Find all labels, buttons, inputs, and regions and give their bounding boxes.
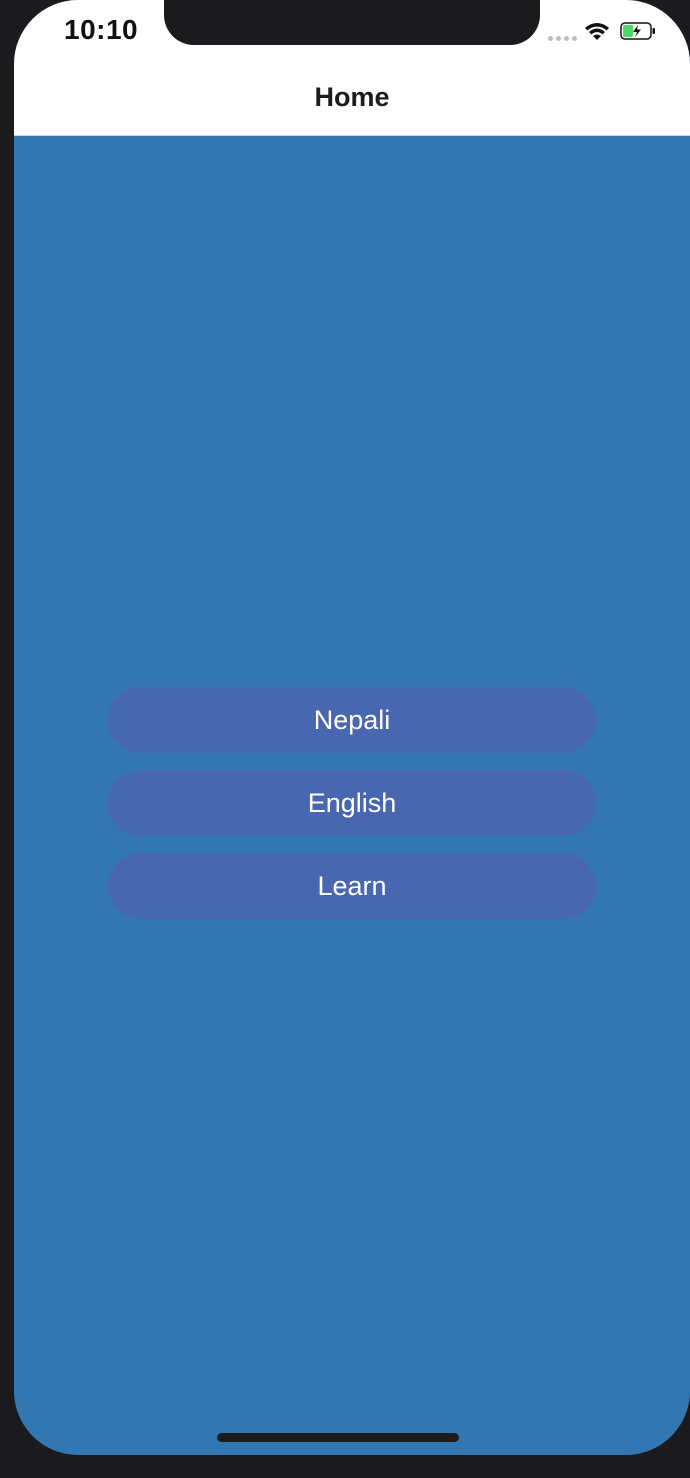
page-title: Home (314, 82, 390, 112)
battery-charging-icon (620, 22, 655, 40)
status-time: 10:10 (64, 14, 139, 45)
nepali-button[interactable]: Nepali (108, 687, 596, 753)
app-screen: 10:10 Home Nepali English Learn (14, 0, 690, 1455)
cellular-signal-icon (548, 36, 577, 41)
device-notch (164, 0, 540, 45)
status-bar: 10:10 (14, 0, 690, 70)
home-indicator[interactable] (217, 1433, 459, 1442)
english-button[interactable]: English (108, 770, 596, 836)
navigation-bar: Home (14, 70, 690, 136)
wifi-icon (585, 23, 609, 40)
learn-button[interactable]: Learn (108, 853, 596, 919)
